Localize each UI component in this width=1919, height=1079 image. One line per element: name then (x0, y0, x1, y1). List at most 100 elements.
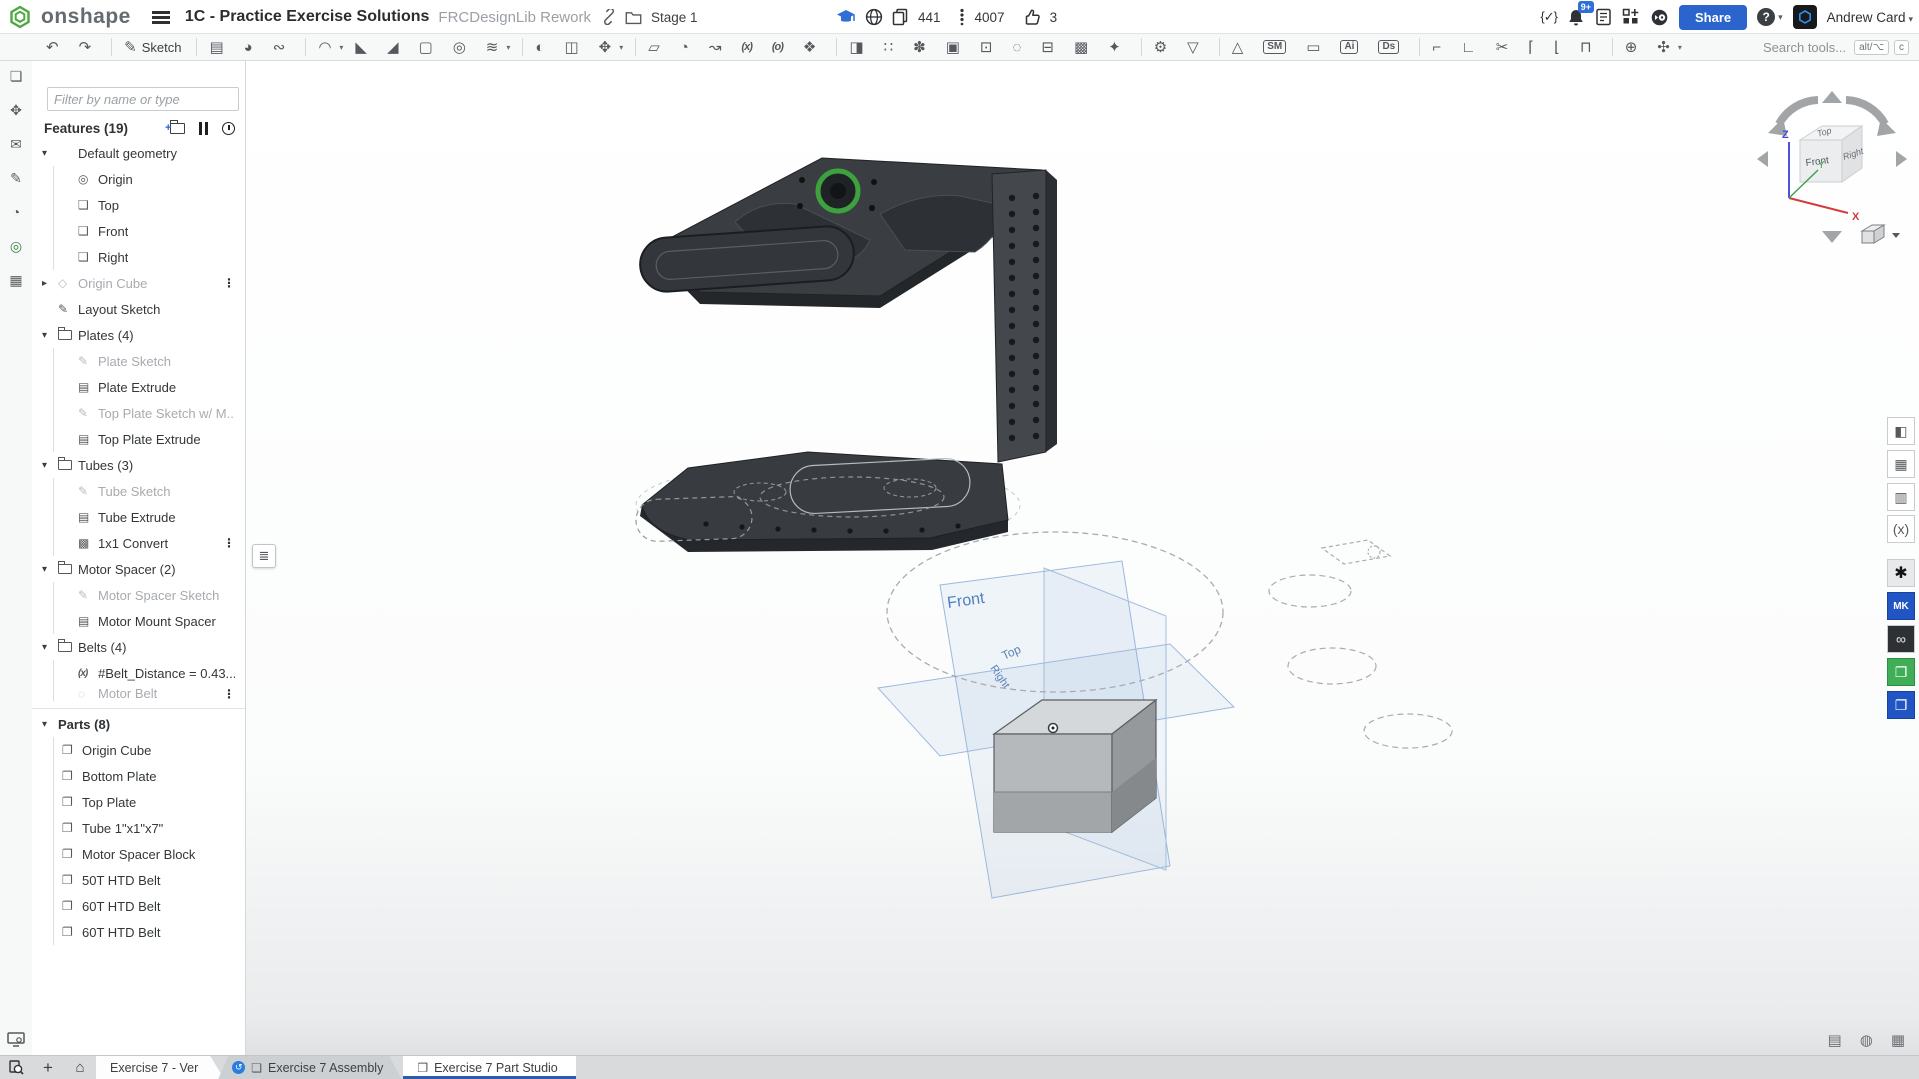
part-row[interactable]: Origin Cube (32, 737, 245, 763)
green-book-icon[interactable]: ❐ (1887, 658, 1915, 686)
featurescript-icon[interactable]: {✓} (1540, 9, 1557, 25)
drawings-icon[interactable]: Ds (1373, 36, 1412, 59)
custom-feature-icon[interactable]: ✦ (1103, 36, 1134, 59)
sheet-metal-icon[interactable]: SM (1258, 36, 1299, 59)
sphere-icon[interactable]: ◍ (1860, 1031, 1873, 1049)
part-row[interactable]: Tube 1"x1"x7" (32, 815, 245, 841)
shell-icon[interactable]: ▢ (414, 36, 446, 59)
learning-cap-icon[interactable] (836, 8, 856, 26)
vertical-plate-part[interactable] (992, 170, 1057, 462)
mk-icon[interactable]: MK (1887, 592, 1915, 620)
chamfer-icon[interactable]: ◣ (350, 36, 380, 59)
feature-row[interactable]: ▸ Origin Cube ⋮ (32, 270, 245, 296)
view-mode-cube-icon[interactable] (1862, 225, 1900, 243)
split-icon[interactable]: ◫ (559, 36, 591, 59)
plane-icon[interactable]: ▱ (643, 36, 673, 59)
expression-icon[interactable]: (o) (767, 36, 796, 59)
revolve-icon[interactable]: ◕ (239, 36, 266, 59)
feature-row[interactable]: ▾ Belts (4) (32, 634, 245, 660)
bom-panel-icon[interactable]: ▦ (1887, 450, 1915, 478)
feature-row[interactable]: 1x1 Convert ⋮ (32, 530, 245, 556)
grid-icon[interactable]: ▦ (1891, 1031, 1905, 1049)
flange-icon[interactable]: ⌐ (1427, 36, 1454, 59)
tree-chevron-icon[interactable]: ▾ (42, 148, 58, 159)
mirror-icon[interactable]: ◨ (844, 36, 876, 59)
tab-part-studio[interactable]: ❐ Exercise 7 Part Studio (403, 1056, 575, 1079)
comments-icon[interactable]: ✉ (0, 129, 32, 159)
circular-pattern-icon[interactable]: ✽ (908, 36, 939, 59)
panels-icon[interactable]: ❏ (0, 61, 32, 91)
feature-row[interactable]: ▾ Plates (4) (32, 322, 245, 348)
search-tools[interactable]: Search tools... alt/⌥ c (1763, 34, 1909, 61)
parts-header-row[interactable]: ▾ Parts (8) (32, 711, 245, 737)
robot-goggles-icon[interactable]: ∞ (1887, 625, 1915, 653)
pan-left-arrow-icon[interactable] (1757, 151, 1768, 167)
feature-row[interactable]: Plate Sketch (32, 348, 245, 374)
sweep-icon[interactable]: ∾ (268, 36, 299, 59)
versions-icon[interactable] (958, 8, 966, 26)
thicken-icon[interactable]: ≋ ▾ (481, 36, 516, 59)
notes-icon[interactable]: ✎ (0, 163, 32, 193)
feature-row[interactable]: Top Plate Sketch w/ M... (32, 400, 245, 426)
folder-icon[interactable] (625, 10, 642, 25)
fs-search-icon[interactable]: ◌ (1007, 36, 1034, 59)
draft-icon[interactable]: ◢ (382, 36, 412, 59)
menu-icon[interactable] (152, 11, 170, 24)
feature-row[interactable]: Plate Extrude (32, 374, 245, 400)
tab-assembly[interactable]: ↺ ❏ Exercise 7 Assembly (218, 1056, 401, 1079)
tables-icon[interactable]: ▦ (0, 265, 32, 295)
feature-row[interactable]: Top Plate Extrude (32, 426, 245, 452)
help-menu[interactable]: ? (1757, 8, 1783, 26)
feature-row[interactable]: Right (32, 244, 245, 270)
tree-chevron-icon[interactable]: ▾ (42, 564, 58, 575)
tree-chevron-icon[interactable]: ▾ (42, 460, 58, 471)
appearance-icon[interactable]: ▩ (1069, 36, 1101, 59)
feature-row[interactable]: Top (32, 192, 245, 218)
corner-icon[interactable]: ⌈ (1523, 36, 1547, 59)
history-icon[interactable]: ◔ (0, 197, 32, 227)
copies-icon[interactable] (892, 8, 909, 26)
feature-row[interactable]: Tube Sketch (32, 478, 245, 504)
assistant-icon[interactable]: ✣ ▾ (1652, 36, 1687, 59)
feature-row[interactable]: #Belt_Distance = 0.43... (32, 660, 245, 686)
rollback-marker-icon[interactable]: ⋮ (223, 536, 235, 550)
insert-plus-icon[interactable]: ⊕ (1620, 36, 1651, 59)
rollback-clock-icon[interactable] (222, 122, 235, 135)
view-cube[interactable]: Top Front Right Z X Y (1757, 91, 1907, 243)
avatar[interactable] (1793, 5, 1817, 29)
top-plate-part[interactable] (638, 158, 1046, 308)
blue-book-icon[interactable]: ❐ (1887, 691, 1915, 719)
fs-robot2-icon[interactable]: ⊟ (1036, 36, 1067, 59)
home-tab-button[interactable]: ⌂ (64, 1056, 96, 1079)
document-title[interactable]: 1C - Practice Exercise Solutions (185, 8, 430, 26)
screen-settings-icon[interactable] (0, 1032, 32, 1047)
part-row[interactable]: 50T HTD Belt (32, 867, 245, 893)
feature-row[interactable]: Origin (32, 166, 245, 192)
tilt-up-arrow-icon[interactable] (1822, 91, 1842, 103)
boolean-icon[interactable]: ◐ (530, 36, 557, 59)
notifications-bell-icon[interactable]: 9+ (1567, 8, 1585, 27)
feature-row[interactable]: ▾ Motor Spacer (2) (32, 556, 245, 582)
tab-versions[interactable]: Exercise 7 - Ver (96, 1056, 224, 1079)
feature-row[interactable]: Front (32, 218, 245, 244)
bend-icon[interactable]: ∟ (1456, 36, 1489, 59)
rip-icon[interactable]: ✂ (1491, 36, 1522, 59)
variables-panel-icon[interactable]: (x) (1887, 515, 1915, 543)
composite-icon[interactable]: ▣ (941, 36, 973, 59)
add-tab-button[interactable]: + (32, 1056, 64, 1079)
curve-icon[interactable]: ↝ (704, 36, 735, 59)
rollback-marker-icon[interactable]: ⋮ (223, 687, 235, 701)
transform-icon[interactable]: ✥ ▾ (594, 36, 629, 59)
appearance-panel-icon[interactable]: ◧ (1887, 417, 1915, 445)
apps-grid-icon[interactable] (1622, 8, 1640, 26)
filter-input[interactable] (47, 87, 239, 111)
feature-row[interactable]: Motor Mount Spacer (32, 608, 245, 634)
variable-icon[interactable]: (x) (736, 36, 764, 59)
hole-icon[interactable]: ◎ (448, 36, 479, 59)
new-folder-icon[interactable] (170, 123, 185, 134)
chevron-down-icon[interactable] (1892, 233, 1900, 238)
search-icon[interactable]: ◎ (0, 231, 32, 261)
suppress-pause-icon[interactable] (199, 122, 208, 135)
public-globe-icon[interactable] (865, 8, 883, 26)
user-menu[interactable]: Andrew Card (1827, 10, 1913, 25)
